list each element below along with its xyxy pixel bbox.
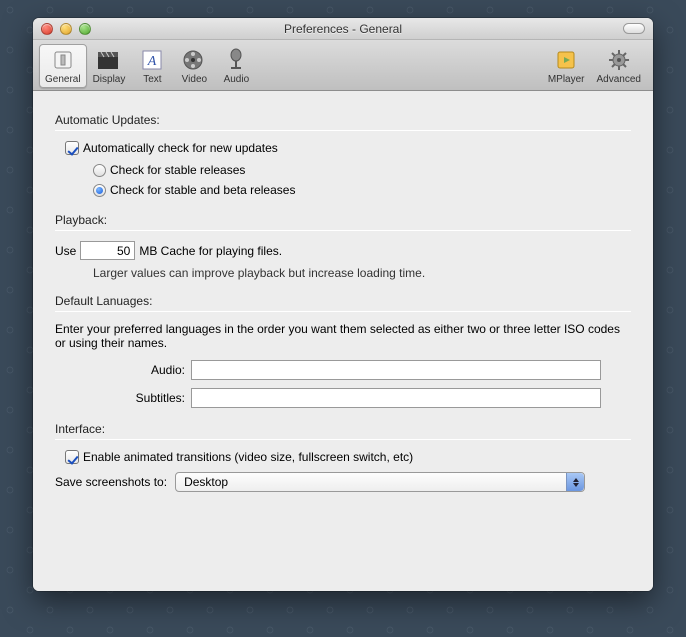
cache-row: Use MB Cache for playing files. <box>55 241 631 260</box>
tab-video[interactable]: Video <box>173 44 215 88</box>
tab-general[interactable]: General <box>39 44 87 88</box>
content-pane: Automatic Updates: Automatically check f… <box>33 91 653 591</box>
microphone-icon <box>221 46 251 74</box>
window-title: Preferences - General <box>33 22 653 36</box>
beta-row: Check for stable and beta releases <box>93 183 631 197</box>
auto-check-checkbox[interactable] <box>65 141 79 155</box>
screenshots-label: Save screenshots to: <box>55 475 167 489</box>
tab-mplayer[interactable]: MPlayer <box>542 44 591 88</box>
animated-transitions-checkbox[interactable] <box>65 450 79 464</box>
divider <box>55 230 631 231</box>
section-heading-updates: Automatic Updates: <box>55 113 631 127</box>
mplayer-icon <box>551 46 581 74</box>
tab-label: Text <box>143 74 161 85</box>
section-heading-interface: Interface: <box>55 422 631 436</box>
divider <box>55 130 631 131</box>
toolbar-toggle-button[interactable] <box>623 23 645 34</box>
titlebar[interactable]: Preferences - General <box>33 18 653 40</box>
clapperboard-icon <box>94 46 124 74</box>
select-arrows-icon <box>566 473 584 491</box>
languages-description: Enter your preferred languages in the or… <box>55 322 631 350</box>
use-prefix: Use <box>55 244 76 258</box>
auto-check-row: Automatically check for new updates <box>65 141 631 155</box>
stable-radio[interactable] <box>93 164 106 177</box>
tab-label: Video <box>182 74 207 85</box>
divider <box>55 311 631 312</box>
preferences-window: Preferences - General General Display A <box>33 18 653 591</box>
animated-label: Enable animated transitions (video size,… <box>83 450 413 464</box>
audio-lang-input[interactable] <box>191 360 601 380</box>
stable-label: Check for stable releases <box>110 163 245 177</box>
tab-label: General <box>45 74 81 85</box>
tab-display[interactable]: Display <box>87 44 132 88</box>
subtitles-lang-input[interactable] <box>191 388 601 408</box>
toolbar: General Display A Text Video <box>33 40 653 91</box>
subtitles-lang-label: Subtitles: <box>55 391 185 405</box>
svg-text:A: A <box>147 54 157 69</box>
screenshots-row: Save screenshots to: Desktop <box>55 472 631 492</box>
auto-check-label: Automatically check for new updates <box>83 141 278 155</box>
tab-text[interactable]: A Text <box>131 44 173 88</box>
tab-audio[interactable]: Audio <box>215 44 257 88</box>
tab-label: Display <box>93 74 126 85</box>
tab-advanced[interactable]: Advanced <box>591 44 647 88</box>
divider <box>55 439 631 440</box>
film-reel-icon <box>179 46 209 74</box>
cache-help: Larger values can improve playback but i… <box>93 266 631 280</box>
cache-input[interactable] <box>80 241 135 260</box>
preferences-icon <box>48 46 78 74</box>
beta-radio[interactable] <box>93 184 106 197</box>
section-heading-playback: Playback: <box>55 213 631 227</box>
tab-label: MPlayer <box>548 74 585 85</box>
tab-label: Advanced <box>597 74 641 85</box>
beta-label: Check for stable and beta releases <box>110 183 295 197</box>
gear-icon <box>604 46 634 74</box>
text-icon: A <box>137 46 167 74</box>
stable-row: Check for stable releases <box>93 163 631 177</box>
screenshots-value: Desktop <box>184 475 228 489</box>
tab-label: Audio <box>224 74 250 85</box>
use-suffix: MB Cache for playing files. <box>139 244 282 258</box>
audio-lang-label: Audio: <box>55 363 185 377</box>
animated-row: Enable animated transitions (video size,… <box>65 450 631 464</box>
section-heading-languages: Default Lanuages: <box>55 294 631 308</box>
screenshots-select[interactable]: Desktop <box>175 472 585 492</box>
